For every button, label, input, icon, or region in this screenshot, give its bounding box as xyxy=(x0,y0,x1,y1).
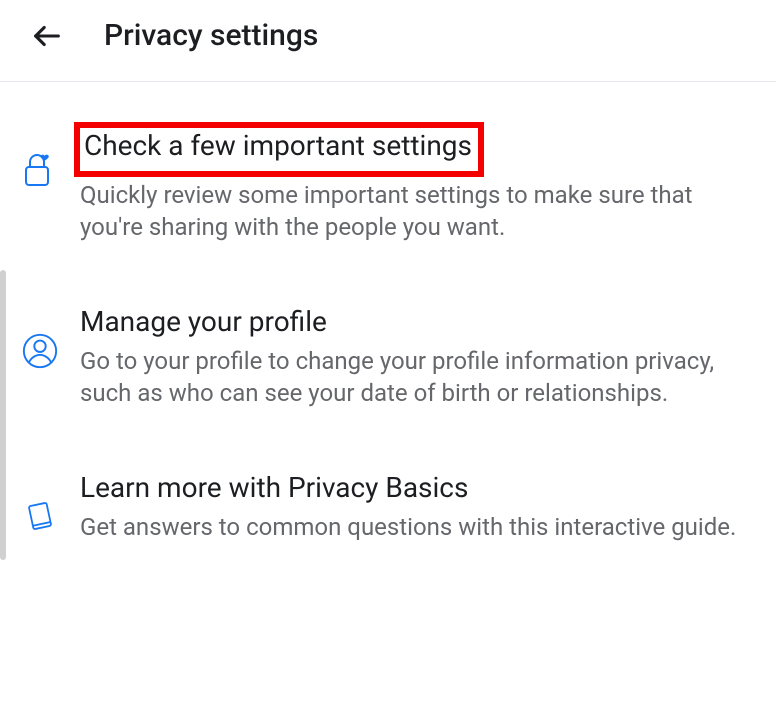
header: Privacy settings xyxy=(0,0,776,82)
item-body: Manage your profile Go to your profile t… xyxy=(80,304,752,410)
settings-list: Check a few important settings Quickly r… xyxy=(0,82,776,563)
scroll-indicator xyxy=(0,270,6,560)
item-body: Check a few important settings Quickly r… xyxy=(80,122,752,244)
highlight-box: Check a few important settings xyxy=(74,122,484,177)
settings-item-check-important[interactable]: Check a few important settings Quickly r… xyxy=(0,82,776,264)
arrow-left-icon xyxy=(30,19,64,53)
item-title: Learn more with Privacy Basics xyxy=(80,470,752,505)
settings-item-privacy-basics[interactable]: Learn more with Privacy Basics Get answe… xyxy=(0,430,776,563)
item-title: Check a few important settings xyxy=(84,128,472,163)
profile-icon xyxy=(18,332,62,370)
book-icon xyxy=(18,498,62,534)
item-body: Learn more with Privacy Basics Get answe… xyxy=(80,470,752,543)
item-desc: Quickly review some important settings t… xyxy=(80,179,752,244)
back-button[interactable] xyxy=(30,19,64,53)
lock-heart-icon xyxy=(18,150,62,190)
item-desc: Go to your profile to change your profil… xyxy=(80,345,752,410)
settings-item-manage-profile[interactable]: Manage your profile Go to your profile t… xyxy=(0,264,776,430)
item-title: Manage your profile xyxy=(80,304,752,339)
item-desc: Get answers to common questions with thi… xyxy=(80,511,752,543)
page-title: Privacy settings xyxy=(104,18,318,53)
